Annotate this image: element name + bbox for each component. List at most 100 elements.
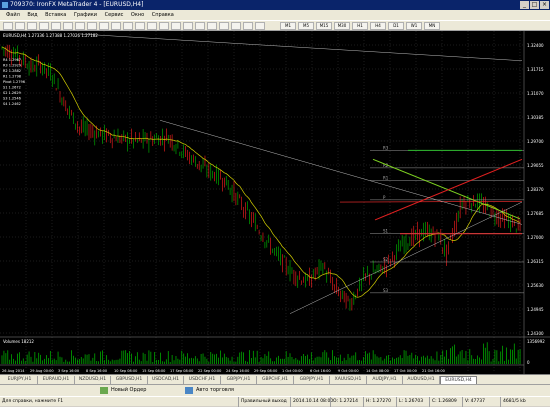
volume-axis-label: 0 — [527, 360, 530, 365]
volume-axis-label: 1356992 — [527, 339, 545, 344]
gray-trend-line — [289, 201, 523, 314]
minimize-button[interactable]: _ — [520, 1, 529, 9]
price-axis-label: 1.25630 — [527, 283, 544, 288]
toolbar-icon[interactable] — [255, 22, 265, 30]
time-axis-label: 17 Sep 08:00 — [170, 369, 193, 373]
menu-tools[interactable]: Сервис — [105, 12, 124, 18]
pivot-legend-item: R2 1.2882 — [3, 69, 21, 73]
toolbar-icon[interactable] — [171, 22, 181, 30]
time-axis-label: 21 Oct 16:00 — [422, 369, 445, 373]
chart-tab[interactable]: AUDUSD,H1 — [404, 376, 440, 384]
price-axis-label: 1.28370 — [527, 187, 544, 192]
pivot-legend-item: S2 1.2629 — [3, 91, 21, 95]
new-order-icon — [100, 387, 108, 394]
toolbar-icon[interactable] — [123, 22, 133, 30]
toolbar-icon[interactable] — [87, 22, 97, 30]
chart-canvas[interactable]: 1.32400 1.31715 1.31070 1.30385 1.29700 1.290… — [0, 31, 550, 374]
timeframe-button-h1[interactable]: H1 — [352, 22, 368, 30]
pivot-legend-item: S1 1.2672 — [3, 86, 21, 90]
auto-trading-icon — [185, 387, 193, 394]
pivot-level-label: R3 — [383, 145, 389, 150]
chart-tab[interactable]: EURJPY,H1 — [2, 376, 38, 384]
menu-help[interactable]: Справка — [152, 12, 174, 18]
new-order-button[interactable]: Новый Ордер — [111, 385, 146, 396]
price-axis-label: 1.24300 — [527, 331, 544, 336]
pivot-level-label: R1 — [383, 176, 389, 181]
volume-label: Volumes 18212 — [3, 339, 34, 344]
chart-tab[interactable]: NZDUSD,H1 — [75, 376, 111, 384]
toolbar-icon[interactable] — [231, 22, 241, 30]
time-axis-label: 29 Sep 08:00 — [254, 369, 277, 373]
menu-view[interactable]: Вид — [27, 12, 37, 18]
close-button[interactable]: × — [540, 1, 549, 9]
toolbar-icon[interactable] — [159, 22, 169, 30]
toolbar-icon[interactable] — [219, 22, 229, 30]
red-level-line — [339, 201, 523, 203]
time-axis-label: 24 Sep 16:00 — [226, 369, 249, 373]
green-trend-line — [372, 158, 521, 220]
timeframe-button-m5[interactable]: M5 — [298, 22, 314, 30]
timeframe-button-m30[interactable]: M30 — [334, 22, 350, 30]
toolbar-icon[interactable] — [75, 22, 85, 30]
menu-file[interactable]: Файл — [6, 12, 20, 18]
price-axis-label: 1.31070 — [527, 91, 544, 96]
chart-tab-bar: EURJPY,H1 EURAUD,H1 NZDUSD,H1 GBPUSD,H1 USDC… — [0, 374, 550, 386]
timeframe-button-d1[interactable]: D1 — [388, 22, 404, 30]
chart-tab[interactable]: GBPCHF,H1 — [258, 376, 294, 384]
chart-tab[interactable]: AUDJPY,H1 — [367, 376, 403, 384]
toolbar-icon[interactable] — [147, 22, 157, 30]
toolbar-icon[interactable] — [243, 22, 253, 30]
toolbar-icon[interactable] — [195, 22, 205, 30]
price-axis-label: 1.29700 — [527, 139, 544, 144]
menu-window[interactable]: Окно — [131, 12, 144, 18]
price-axis-label: 1.29055 — [527, 163, 544, 168]
pivot-level-label: S3 — [383, 288, 389, 293]
timeframe-button-m1[interactable]: M1 — [280, 22, 296, 30]
time-axis-label: 1 Oct 00:00 — [282, 369, 303, 373]
toolbar-icon[interactable] — [111, 22, 121, 30]
toolbar-icon[interactable] — [3, 22, 13, 30]
timeframe-button-h4[interactable]: H4 — [370, 22, 386, 30]
pivot-level-label: S1 — [383, 228, 389, 233]
toolbar-icon[interactable] — [39, 22, 49, 30]
timeframe-button-mn[interactable]: MN — [424, 22, 440, 30]
menu-charts[interactable]: Графики — [74, 12, 97, 18]
toolbar-icon[interactable] — [51, 22, 61, 30]
time-axis-label: 26 Aug 2014 — [2, 369, 25, 373]
chart-tab[interactable]: GBPJPY,H1 — [294, 376, 330, 384]
toolbar-icon[interactable] — [135, 22, 145, 30]
chart-tab[interactable]: XAUUSD,H1 — [331, 376, 367, 384]
price-axis-label: 1.27000 — [527, 235, 544, 240]
pivot-legend-item: S3 1.2546 — [3, 97, 21, 101]
price-chart[interactable]: 1.32400 1.31715 1.31070 1.30385 1.29700 1.290… — [0, 31, 550, 374]
maximize-button[interactable]: □ — [530, 1, 539, 9]
menu-insert[interactable]: Вставка — [45, 12, 66, 18]
timeframe-button-m15[interactable]: M15 — [316, 22, 332, 30]
toolbar-icon[interactable] — [15, 22, 25, 30]
gray-trend-line — [159, 120, 523, 225]
chart-tab[interactable]: USDCAD,H1 — [148, 376, 184, 384]
toolbar-icon[interactable] — [207, 22, 217, 30]
timeframe-button-w1[interactable]: W1 — [406, 22, 422, 30]
time-axis-label: 14 Oct 08:00 — [366, 369, 389, 373]
toolbar-icon[interactable] — [27, 22, 37, 30]
gray-trend-line — [79, 33, 523, 62]
chart-tab[interactable]: GBPUSD,H1 — [112, 376, 148, 384]
time-axis-label: 29 Aug 00:00 — [30, 369, 54, 373]
price-axis-label: 1.31715 — [527, 67, 544, 72]
time-axis-label: 15 Sep 08:00 — [142, 369, 165, 373]
time-axis-label: 17 Oct 00:00 — [394, 369, 417, 373]
auto-trading-button[interactable]: Авто торговля — [196, 385, 234, 396]
pivot-legend-item: Pivot 1.2796 — [3, 80, 25, 84]
toolbar-icon[interactable] — [63, 22, 73, 30]
toolbar-icon[interactable] — [183, 22, 193, 30]
chart-tab[interactable]: EURAUD,H1 — [39, 376, 75, 384]
title-bar: 709370: IronFX MetaTrader 4 - [EURUSD,H4… — [0, 0, 550, 10]
chart-tab[interactable]: GBPJPY,H1 — [221, 376, 257, 384]
time-axis-label: 3 Sep 16:00 — [58, 369, 79, 373]
pivot-legend-item: R4 1.2967 — [3, 58, 21, 62]
chart-tab[interactable]: USDCHF,H1 — [185, 376, 221, 384]
menu-bar: Файл Вид Вставка Графики Сервис Окно Спр… — [0, 10, 550, 20]
chart-header: EURUSD,H4 1.27336 1.27388 1.27026 1.2718… — [3, 33, 98, 38]
toolbar-icon[interactable] — [99, 22, 109, 30]
